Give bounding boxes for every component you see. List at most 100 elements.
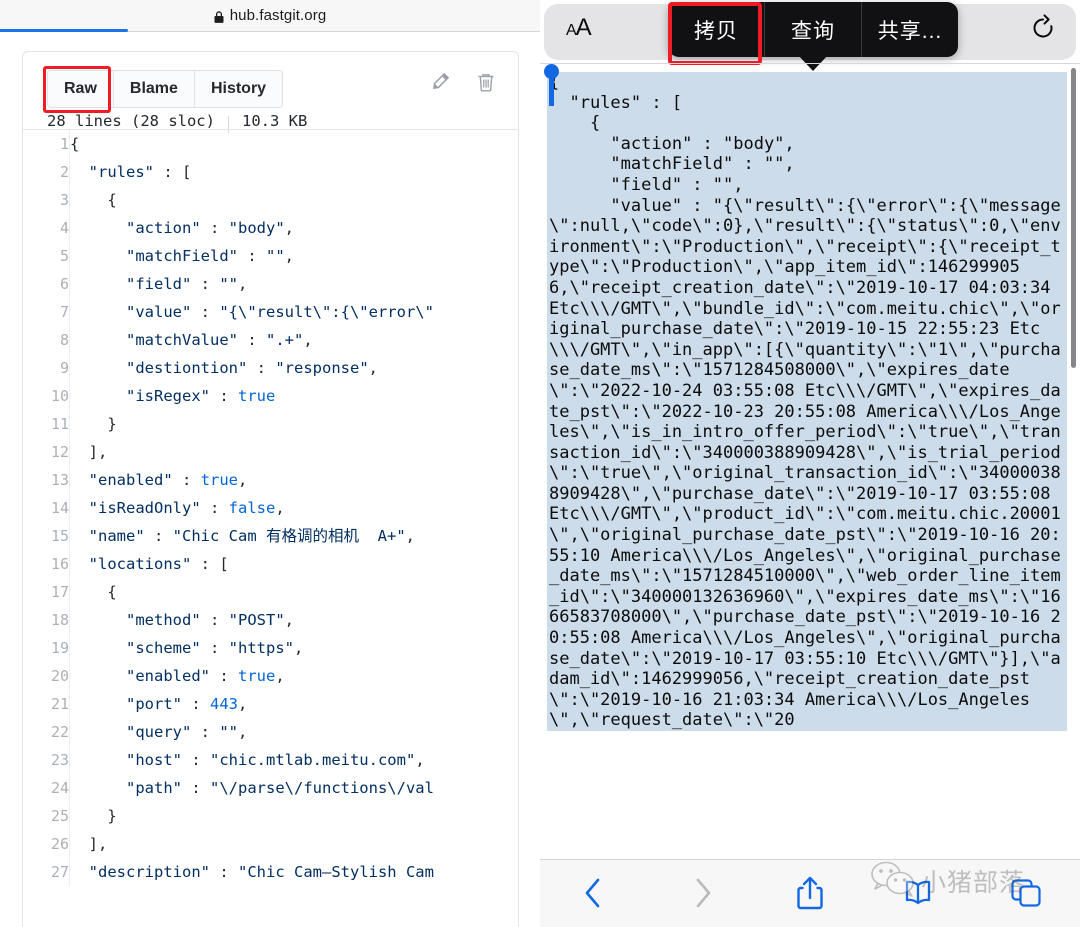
blame-button[interactable]: Blame xyxy=(113,71,195,107)
reload-icon[interactable] xyxy=(1028,13,1058,43)
code-line-number: 24 xyxy=(23,774,70,802)
code-line-number: 6 xyxy=(23,270,70,298)
code-line-content: "matchField" : "", xyxy=(126,247,294,265)
code-line: 7 "value" : "{\"result\":{\"error\" xyxy=(23,298,518,326)
code-line: 15 "name" : "Chic Cam 有格调的相机 A+", xyxy=(23,522,518,550)
file-size: 10.3 KB xyxy=(241,112,308,130)
code-line-content: "isReadOnly" : false, xyxy=(88,499,285,517)
code-line: 27 "description" : "Chic Cam–Stylish Cam xyxy=(23,858,518,886)
trash-icon[interactable] xyxy=(476,72,496,94)
code-line-content: } xyxy=(70,415,117,433)
code-line-number: 9 xyxy=(23,354,70,382)
left-browser-pane: hub.fastgit.org Raw Blame History 28 lin… xyxy=(0,0,540,927)
text-size-button[interactable]: AA xyxy=(566,14,592,42)
code-line-number: 11 xyxy=(23,410,70,438)
code-viewer[interactable]: 1{2 "rules" : [3 {4 "action" : "body", 5 … xyxy=(23,129,518,927)
code-line-content: "rules" : [ xyxy=(88,163,192,181)
code-line-content: "method" : "POST", xyxy=(126,611,294,629)
context-menu-share[interactable]: 共享... xyxy=(862,2,958,57)
code-line-number: 27 xyxy=(23,858,70,886)
code-line: 16 "locations" : [ xyxy=(23,550,518,578)
code-line-number: 16 xyxy=(23,550,70,578)
code-line-content: } xyxy=(70,807,117,825)
code-line-number: 26 xyxy=(23,830,70,858)
code-line-content: "host" : "chic.mtlab.meitu.com", xyxy=(126,751,425,769)
forward-button xyxy=(648,876,756,910)
code-line-number: 19 xyxy=(23,634,70,662)
code-line-content: "path" : "\/parse\/functions\/val xyxy=(126,779,434,797)
code-line: 5 "matchField" : "", xyxy=(23,242,518,270)
code-line: 11 } xyxy=(23,410,518,438)
code-line-content: "value" : "{\"result\":{\"error\" xyxy=(126,303,434,321)
file-card-header: Raw Blame History 28 lines (28 sloc) 10.… xyxy=(23,52,518,133)
code-line-content: { xyxy=(70,135,80,153)
context-menu-lookup[interactable]: 查询 xyxy=(765,2,862,57)
address-bar[interactable]: hub.fastgit.org xyxy=(0,0,540,30)
code-line: 6 "field" : "", xyxy=(23,270,518,298)
file-action-button-group: Raw Blame History xyxy=(47,70,284,108)
code-line-number: 12 xyxy=(23,438,70,466)
file-line-count: 28 lines (28 sloc) xyxy=(47,112,215,130)
code-line-content: "query" : "", xyxy=(126,723,248,741)
code-line-number: 20 xyxy=(23,662,70,690)
code-line-content: ], xyxy=(70,835,108,853)
code-line: 4 "action" : "body", xyxy=(23,214,518,242)
pencil-icon[interactable] xyxy=(430,72,450,94)
code-line-number: 1 xyxy=(23,130,70,158)
raw-button[interactable]: Raw xyxy=(48,71,114,107)
code-line-number: 17 xyxy=(23,578,70,606)
selection-handle-icon[interactable] xyxy=(544,64,559,79)
file-meta: 28 lines (28 sloc) 10.3 KB xyxy=(47,112,308,133)
code-line: 26 ], xyxy=(23,830,518,858)
code-line-number: 3 xyxy=(23,186,70,214)
code-line: 20 "enabled" : true, xyxy=(23,662,518,690)
history-button[interactable]: History xyxy=(194,71,283,107)
code-line-number: 4 xyxy=(23,214,70,242)
code-line: 10 "isRegex" : true xyxy=(23,382,518,410)
code-line: 1{ xyxy=(23,130,518,158)
code-line-number: 2 xyxy=(23,158,70,186)
selected-web-text-region[interactable]: { "rules" : [ { "action" : "body", "matc… xyxy=(547,72,1067,860)
code-line-content: "scheme" : "https", xyxy=(126,639,304,657)
code-line-content: { xyxy=(70,583,117,601)
code-line-number: 8 xyxy=(23,326,70,354)
code-table: 1{2 "rules" : [3 {4 "action" : "body", 5 … xyxy=(23,130,518,886)
code-line: 24 "path" : "\/parse\/functions\/val xyxy=(23,774,518,802)
address-bar-url: hub.fastgit.org xyxy=(229,6,327,24)
bookmarks-button[interactable] xyxy=(864,878,972,908)
code-line: 23 "host" : "chic.mtlab.meitu.com", xyxy=(23,746,518,774)
vertical-scrollbar[interactable] xyxy=(1071,68,1076,368)
right-safari-pane: AA 拷贝 查询 共享... { "rules" : [ { "action" … xyxy=(540,0,1080,927)
code-line: 21 "port" : 443, xyxy=(23,690,518,718)
code-line-content: "enabled" : true, xyxy=(88,471,248,489)
file-header-icons xyxy=(430,72,496,94)
code-line-content: "action" : "body", xyxy=(126,219,294,237)
code-line-number: 13 xyxy=(23,466,70,494)
code-line-number: 10 xyxy=(23,382,70,410)
code-line-number: 21 xyxy=(23,690,70,718)
toolbar-divider xyxy=(540,63,1080,64)
code-line-content: "port" : 443, xyxy=(126,695,248,713)
page-load-progress-bar xyxy=(0,29,128,32)
code-line: 22 "query" : "", xyxy=(23,718,518,746)
code-line-number: 7 xyxy=(23,298,70,326)
file-card: Raw Blame History 28 lines (28 sloc) 10.… xyxy=(22,51,519,927)
code-table-body: 1{2 "rules" : [3 {4 "action" : "body", 5 … xyxy=(23,130,518,886)
text-size-label-small: A xyxy=(566,22,577,39)
tabs-button[interactable] xyxy=(972,878,1080,908)
code-line: 13 "enabled" : true, xyxy=(23,466,518,494)
code-line-content: "destiontion" : "response", xyxy=(126,359,378,377)
share-button[interactable] xyxy=(756,875,864,911)
code-line-number: 5 xyxy=(23,242,70,270)
code-line: 17 { xyxy=(23,578,518,606)
code-line: 12 ], xyxy=(23,438,518,466)
code-line: 3 { xyxy=(23,186,518,214)
text-size-label-large: A xyxy=(575,14,592,41)
code-line-content: "matchValue" : ".+", xyxy=(126,331,313,349)
back-button[interactable] xyxy=(540,876,648,910)
code-line-content: "locations" : [ xyxy=(88,555,229,573)
code-line-content: "enabled" : true, xyxy=(126,667,285,685)
code-line-number: 25 xyxy=(23,802,70,830)
code-line-content: "isRegex" : true xyxy=(126,387,276,405)
context-menu-copy[interactable]: 拷贝 xyxy=(668,2,765,57)
